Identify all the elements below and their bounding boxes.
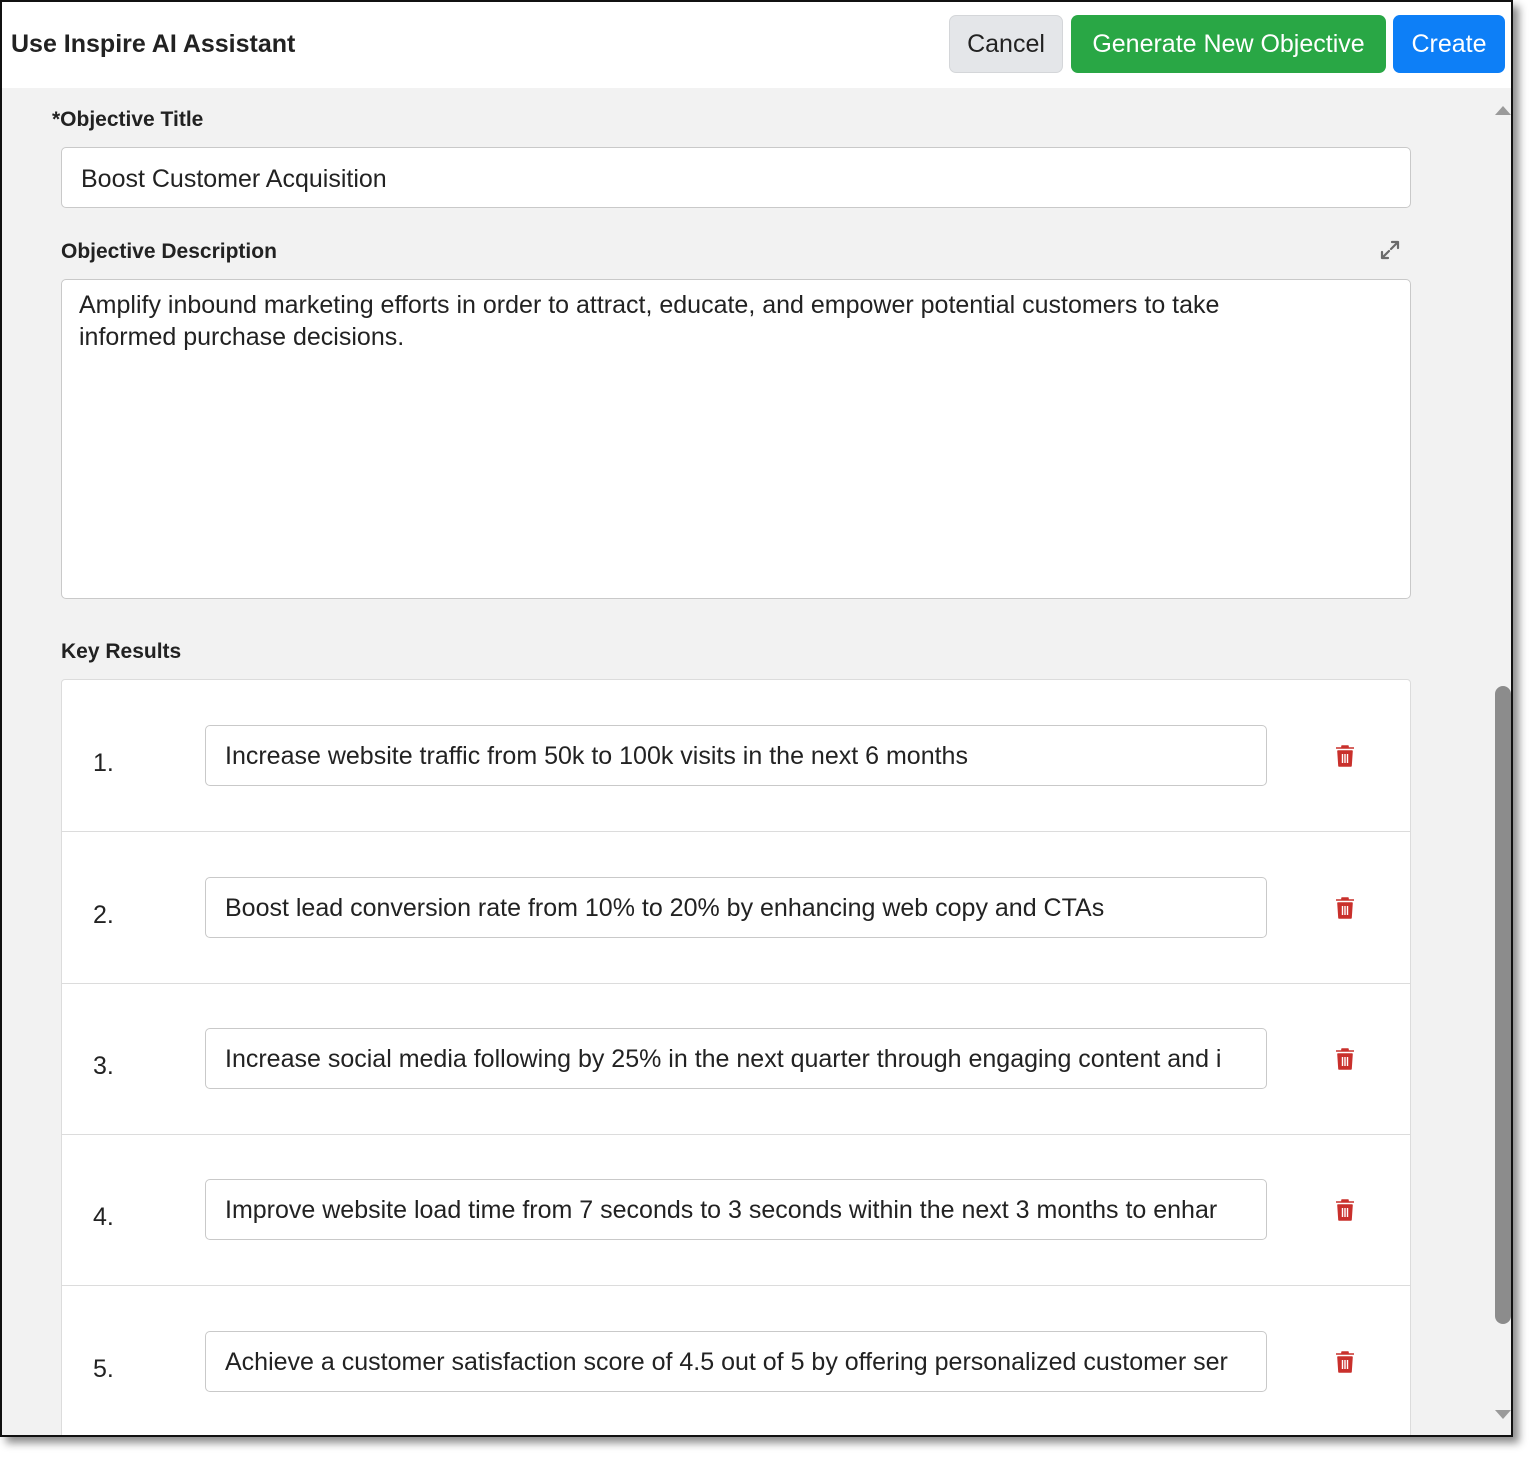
objective-description-textarea[interactable]: Amplify inbound marketing efforts in ord… — [61, 279, 1411, 599]
scroll-up-arrow-icon[interactable] — [1495, 106, 1511, 115]
scrollbar-thumb[interactable] — [1495, 686, 1511, 1324]
trash-icon[interactable] — [1334, 744, 1356, 768]
key-result-text: Improve website load time from 7 seconds… — [225, 1196, 1218, 1224]
key-result-row: 2. Boost lead conversion rate from 10% t… — [62, 832, 1410, 984]
trash-icon[interactable] — [1334, 1198, 1356, 1222]
key-result-text: Achieve a customer satisfaction score of… — [225, 1348, 1228, 1376]
key-result-number: 4. — [93, 1203, 114, 1231]
create-button[interactable]: Create — [1393, 15, 1505, 73]
key-result-number: 2. — [93, 901, 114, 929]
key-result-number: 5. — [93, 1355, 114, 1383]
objective-title-label: *Objective Title — [52, 108, 204, 131]
objective-description-label: Objective Description — [61, 240, 277, 263]
dialog-header: Use Inspire AI Assistant Cancel Generate… — [2, 2, 1511, 88]
assistant-dialog: Use Inspire AI Assistant Cancel Generate… — [0, 0, 1513, 1437]
key-result-text: Increase social media following by 25% i… — [225, 1045, 1222, 1073]
expand-icon[interactable] — [1379, 239, 1401, 261]
key-result-input[interactable]: Increase social media following by 25% i… — [205, 1028, 1267, 1089]
key-result-input[interactable]: Improve website load time from 7 seconds… — [205, 1179, 1267, 1240]
vertical-scrollbar[interactable] — [1491, 88, 1511, 1435]
key-result-row: 4. Improve website load time from 7 seco… — [62, 1134, 1410, 1286]
scroll-down-arrow-icon[interactable] — [1495, 1410, 1511, 1419]
key-result-input[interactable]: Achieve a customer satisfaction score of… — [205, 1331, 1267, 1392]
key-results-list: 1. Increase website traffic from 50k to … — [61, 679, 1411, 1435]
objective-title-input[interactable]: Boost Customer Acquisition — [61, 147, 1411, 208]
dialog-body: *Objective Title Boost Customer Acquisit… — [2, 88, 1491, 1435]
key-result-row: 3. Increase social media following by 25… — [62, 983, 1410, 1135]
trash-icon[interactable] — [1334, 896, 1356, 920]
objective-description-value: Amplify inbound marketing efforts in ord… — [79, 291, 1220, 351]
generate-new-objective-button[interactable]: Generate New Objective — [1071, 15, 1386, 73]
dialog-title: Use Inspire AI Assistant — [11, 30, 296, 58]
key-result-input[interactable]: Boost lead conversion rate from 10% to 2… — [205, 877, 1267, 938]
key-result-number: 1. — [93, 749, 114, 777]
key-result-input[interactable]: Increase website traffic from 50k to 100… — [205, 725, 1267, 786]
trash-icon[interactable] — [1334, 1047, 1356, 1071]
key-result-text: Boost lead conversion rate from 10% to 2… — [225, 894, 1105, 922]
cancel-button[interactable]: Cancel — [949, 15, 1063, 73]
objective-title-value: Boost Customer Acquisition — [81, 165, 387, 193]
key-result-row: 5. Achieve a customer satisfaction score… — [62, 1286, 1410, 1435]
trash-icon[interactable] — [1334, 1350, 1356, 1374]
key-results-label: Key Results — [61, 640, 182, 663]
key-result-row: 1. Increase website traffic from 50k to … — [62, 680, 1410, 832]
key-result-text: Increase website traffic from 50k to 100… — [225, 742, 968, 770]
key-result-number: 3. — [93, 1052, 114, 1080]
